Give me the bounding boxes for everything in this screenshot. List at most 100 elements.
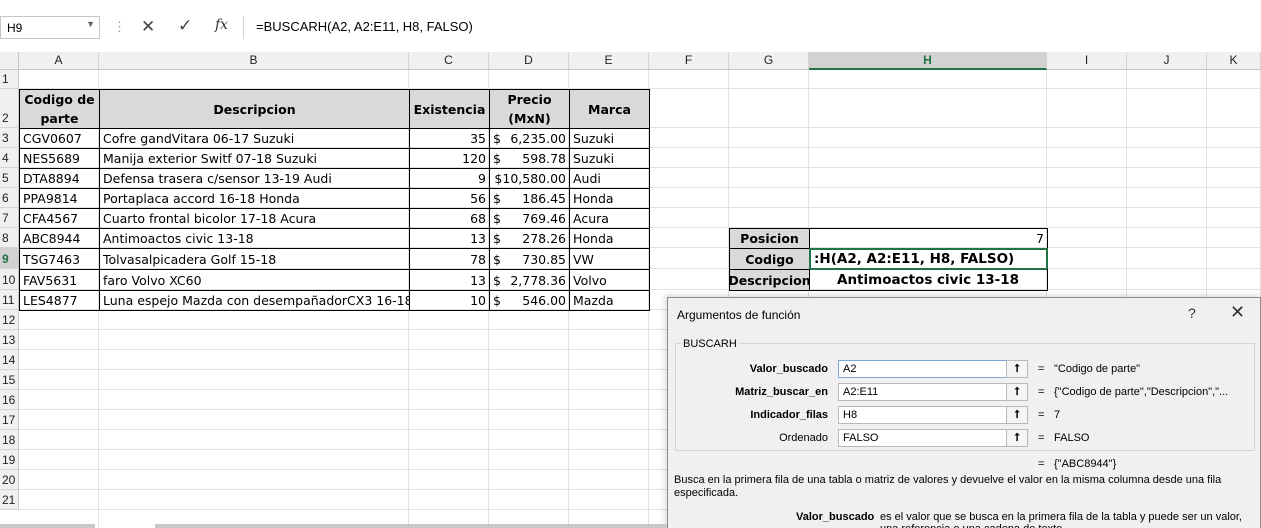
- table-cell-descripcion[interactable]: Cuarto frontal bicolor 17-18 Acura: [99, 208, 410, 229]
- arg-input[interactable]: FALSO: [838, 429, 1028, 447]
- column-header-k[interactable]: K: [1207, 52, 1261, 70]
- table-cell-precio[interactable]: $730.85: [489, 248, 570, 270]
- table-header-codigo[interactable]: Codigo de parte: [19, 89, 100, 129]
- table-cell-codigo[interactable]: FAV5631: [19, 269, 100, 291]
- table-cell-marca[interactable]: Suzuki: [569, 148, 650, 169]
- row-header-14[interactable]: 14: [0, 350, 19, 370]
- row-header-8[interactable]: 8: [0, 228, 19, 248]
- table-cell-precio[interactable]: $10,580.00: [489, 168, 570, 189]
- collapse-dialog-icon[interactable]: ⭡: [1006, 360, 1028, 378]
- sheet-tabs-scrollbar[interactable]: [0, 524, 95, 528]
- help-icon[interactable]: ?: [1188, 305, 1196, 321]
- row-header-13[interactable]: 13: [0, 330, 19, 350]
- row-header-2[interactable]: 2: [0, 89, 19, 128]
- row-header-9[interactable]: 9: [0, 248, 19, 269]
- formula-input[interactable]: =BUSCARH(A2, A2:E11, H8, FALSO): [256, 19, 473, 34]
- table-cell-existencia[interactable]: 78: [409, 248, 490, 270]
- row-header-19[interactable]: 19: [0, 450, 19, 470]
- table-cell-existencia[interactable]: 35: [409, 128, 490, 149]
- check-icon[interactable]: ✓: [178, 16, 192, 36]
- table-cell-codigo[interactable]: NES5689: [19, 148, 100, 169]
- row-header-15[interactable]: 15: [0, 370, 19, 390]
- select-all-corner[interactable]: [0, 52, 19, 70]
- table-cell-existencia[interactable]: 13: [409, 269, 490, 291]
- table-cell-precio[interactable]: $186.45: [489, 188, 570, 209]
- table-cell-marca[interactable]: Suzuki: [569, 128, 650, 149]
- table-cell-precio[interactable]: $6,235.00: [489, 128, 570, 149]
- table-cell-descripcion[interactable]: Cofre gandVitara 06-17 Suzuki: [99, 128, 410, 149]
- row-header-16[interactable]: 16: [0, 390, 19, 410]
- arg-input[interactable]: A2:E11: [838, 383, 1028, 401]
- row-header-7[interactable]: 7: [0, 208, 19, 228]
- cancel-icon[interactable]: ✕: [141, 17, 155, 37]
- posicion-label[interactable]: Posicion: [729, 228, 810, 249]
- posicion-value[interactable]: 7: [809, 228, 1048, 249]
- table-cell-existencia[interactable]: 68: [409, 208, 490, 229]
- chevron-down-icon[interactable]: ▼: [86, 19, 95, 29]
- descripcion-label[interactable]: Descripcion: [729, 269, 810, 291]
- row-header-20[interactable]: 20: [0, 470, 19, 490]
- arg-input[interactable]: A2: [838, 360, 1028, 378]
- table-cell-marca[interactable]: Honda: [569, 228, 650, 249]
- row-header-18[interactable]: 18: [0, 430, 19, 450]
- codigo-value-active-cell[interactable]: :H(A2, A2:E11, H8, FALSO): [809, 248, 1048, 270]
- table-cell-descripcion[interactable]: Manija exterior Switf 07-18 Suzuki: [99, 148, 410, 169]
- table-cell-precio[interactable]: $769.46: [489, 208, 570, 229]
- table-cell-precio[interactable]: $598.78: [489, 148, 570, 169]
- row-header-17[interactable]: 17: [0, 410, 19, 430]
- column-header-i[interactable]: I: [1047, 52, 1127, 70]
- row-header-3[interactable]: 3: [0, 128, 19, 148]
- table-cell-codigo[interactable]: PPA9814: [19, 188, 100, 209]
- name-box[interactable]: H9 ▼: [0, 16, 100, 39]
- column-header-d[interactable]: D: [489, 52, 569, 70]
- column-header-g[interactable]: G: [729, 52, 809, 70]
- table-cell-codigo[interactable]: DTA8894: [19, 168, 100, 189]
- table-cell-marca[interactable]: Mazda: [569, 290, 650, 311]
- drag-handle-icon[interactable]: ⋮: [113, 19, 126, 35]
- codigo-label[interactable]: Codigo: [729, 248, 810, 270]
- table-cell-precio[interactable]: $278.26: [489, 228, 570, 249]
- table-cell-descripcion[interactable]: Defensa trasera c/sensor 13-19 Audi: [99, 168, 410, 189]
- table-cell-existencia[interactable]: 9: [409, 168, 490, 189]
- arg-input[interactable]: H8: [838, 406, 1028, 424]
- descripcion-value[interactable]: Antimoactos civic 13-18: [809, 269, 1048, 291]
- table-cell-descripcion[interactable]: Tolvasalpicadera Golf 15-18: [99, 248, 410, 270]
- table-cell-codigo[interactable]: LES4877: [19, 290, 100, 311]
- table-header-precio[interactable]: Precio (MxN): [489, 89, 570, 129]
- table-cell-precio[interactable]: $546.00: [489, 290, 570, 311]
- collapse-dialog-icon[interactable]: ⭡: [1006, 429, 1028, 447]
- row-header-10[interactable]: 10: [0, 269, 19, 290]
- table-cell-descripcion[interactable]: Luna espejo Mazda con desempañadorCX3 16…: [99, 290, 410, 311]
- column-header-a[interactable]: A: [19, 52, 99, 70]
- table-cell-descripcion[interactable]: Antimoactos civic 13-18: [99, 228, 410, 249]
- row-header-12[interactable]: 12: [0, 310, 19, 330]
- column-header-f[interactable]: F: [649, 52, 729, 70]
- row-header-5[interactable]: 5: [0, 168, 19, 188]
- insert-function-icon[interactable]: fx: [215, 17, 228, 33]
- table-cell-codigo[interactable]: TSG7463: [19, 248, 100, 270]
- column-header-b[interactable]: B: [99, 52, 409, 70]
- table-cell-marca[interactable]: Acura: [569, 208, 650, 229]
- close-icon[interactable]: ✕: [1230, 302, 1245, 323]
- column-header-c[interactable]: C: [409, 52, 489, 70]
- table-cell-marca[interactable]: Honda: [569, 188, 650, 209]
- table-header-marca[interactable]: Marca: [569, 89, 650, 129]
- collapse-dialog-icon[interactable]: ⭡: [1006, 406, 1028, 424]
- table-cell-existencia[interactable]: 120: [409, 148, 490, 169]
- table-cell-existencia[interactable]: 10: [409, 290, 490, 311]
- table-cell-codigo[interactable]: CFA4567: [19, 208, 100, 229]
- table-cell-codigo[interactable]: CGV0607: [19, 128, 100, 149]
- table-cell-precio[interactable]: $2,778.36: [489, 269, 570, 291]
- table-cell-existencia[interactable]: 13: [409, 228, 490, 249]
- table-cell-marca[interactable]: Audi: [569, 168, 650, 189]
- table-cell-existencia[interactable]: 56: [409, 188, 490, 209]
- column-header-j[interactable]: J: [1127, 52, 1207, 70]
- column-header-h[interactable]: H: [809, 52, 1047, 70]
- row-header-4[interactable]: 4: [0, 148, 19, 168]
- table-header-existencia[interactable]: Existencia: [409, 89, 490, 129]
- table-cell-marca[interactable]: Volvo: [569, 269, 650, 291]
- row-header-21[interactable]: 21: [0, 490, 19, 510]
- column-header-e[interactable]: E: [569, 52, 649, 70]
- collapse-dialog-icon[interactable]: ⭡: [1006, 383, 1028, 401]
- table-cell-descripcion[interactable]: faro Volvo XC60: [99, 269, 410, 291]
